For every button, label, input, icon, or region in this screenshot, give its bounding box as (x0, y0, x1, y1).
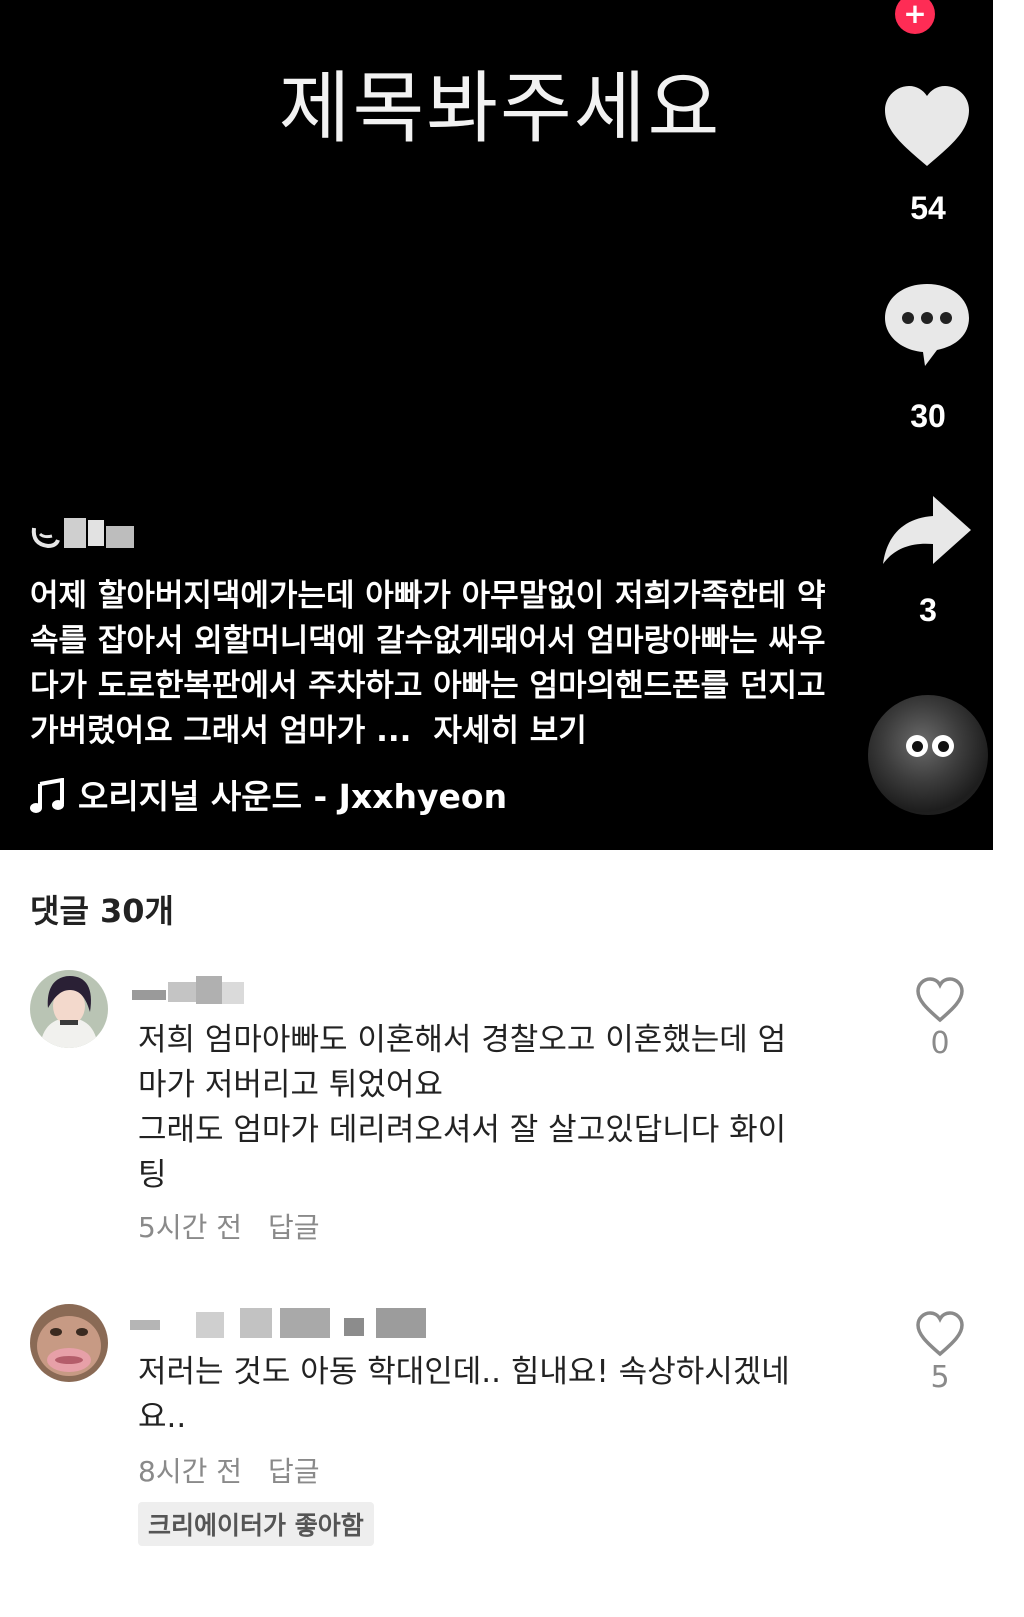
avatar-monkey-face (30, 1304, 108, 1382)
comment-like-count: 0 (930, 1026, 950, 1061)
heart-outline-icon[interactable] (914, 976, 966, 1024)
creator-liked-badge: 크리에이터가 좋아함 (138, 1502, 374, 1546)
comments-header: 댓글 30개 (30, 892, 174, 930)
music-disc-avatar[interactable] (868, 695, 988, 815)
reply-button[interactable]: 답글 (268, 1455, 320, 1488)
video-caption[interactable]: 어제 할아버지댁에가는데 아빠가 아무말없이 저희가족한테 약속를 잡아서 외할… (30, 574, 850, 754)
comment-text: 저희 엄마아빠도 이혼해서 경찰오고 이혼했는데 엄 마가 저버리고 튀었어요 … (138, 1018, 868, 1198)
music-label[interactable]: 오리지널 사운드 - Jxxhyeon (30, 770, 507, 818)
comment-line: 팅 (138, 1157, 167, 1193)
comment-username-blurred[interactable] (130, 1304, 450, 1338)
heart-outline-icon[interactable] (914, 1310, 966, 1358)
author-handle-glyph (31, 527, 60, 549)
disc-eye-left (906, 735, 928, 757)
comment-meta: 8시간 전 답글 (138, 1450, 320, 1490)
share-count: 3 (919, 592, 937, 628)
comment-line: 그래도 엄마가 데리려오셔서 잘 살고있답니다 화이 (138, 1112, 787, 1148)
comment-count: 30 (910, 398, 946, 434)
author-handle-blurred[interactable] (30, 516, 134, 552)
comment-text: 저러는 것도 아동 학대인데.. 힘내요! 속상하시겠네 요.. (138, 1350, 868, 1440)
heart-icon[interactable] (881, 82, 973, 174)
music-name: 오리지널 사운드 - Jxxhyeon (78, 777, 508, 816)
comment-like-count: 5 (930, 1360, 950, 1395)
see-more-link[interactable]: 자세히 보기 (433, 713, 586, 749)
comment-time: 5시간 전 (138, 1211, 242, 1244)
music-note-icon (30, 778, 64, 813)
avatar[interactable] (30, 970, 108, 1048)
share-arrow-icon[interactable] (881, 490, 973, 582)
avatar-anime-character (30, 970, 108, 1048)
comment-bubble-icon[interactable] (881, 278, 973, 370)
like-count: 54 (910, 190, 946, 226)
caption-text: 어제 할아버지댁에가는데 아빠가 아무말없이 저희가족한테 약속를 잡아서 외할… (30, 578, 826, 749)
comment-line: 저러는 것도 아동 학대인데.. 힘내요! 속상하시겠네 (138, 1354, 790, 1390)
disc-eye-right (932, 735, 954, 757)
video-player[interactable]: 제목봐주세요 어제 할아버지댁에가는데 아빠가 아무말없이 저희가족한테 약속를… (0, 0, 993, 850)
comment-line: 요.. (138, 1399, 187, 1435)
comment-meta: 5시간 전 답글 (138, 1206, 320, 1246)
video-title-text: 제목봐주세요 (278, 64, 722, 154)
avatar[interactable] (30, 1304, 108, 1382)
comment-time: 8시간 전 (138, 1455, 242, 1488)
comment-username-blurred[interactable] (130, 972, 450, 1006)
comment-line: 마가 저버리고 튀었어요 (138, 1067, 443, 1103)
follow-plus-button[interactable]: + (895, 0, 935, 34)
reply-button[interactable]: 답글 (268, 1211, 320, 1244)
comment-line: 저희 엄마아빠도 이혼해서 경찰오고 이혼했는데 엄 (138, 1022, 787, 1058)
